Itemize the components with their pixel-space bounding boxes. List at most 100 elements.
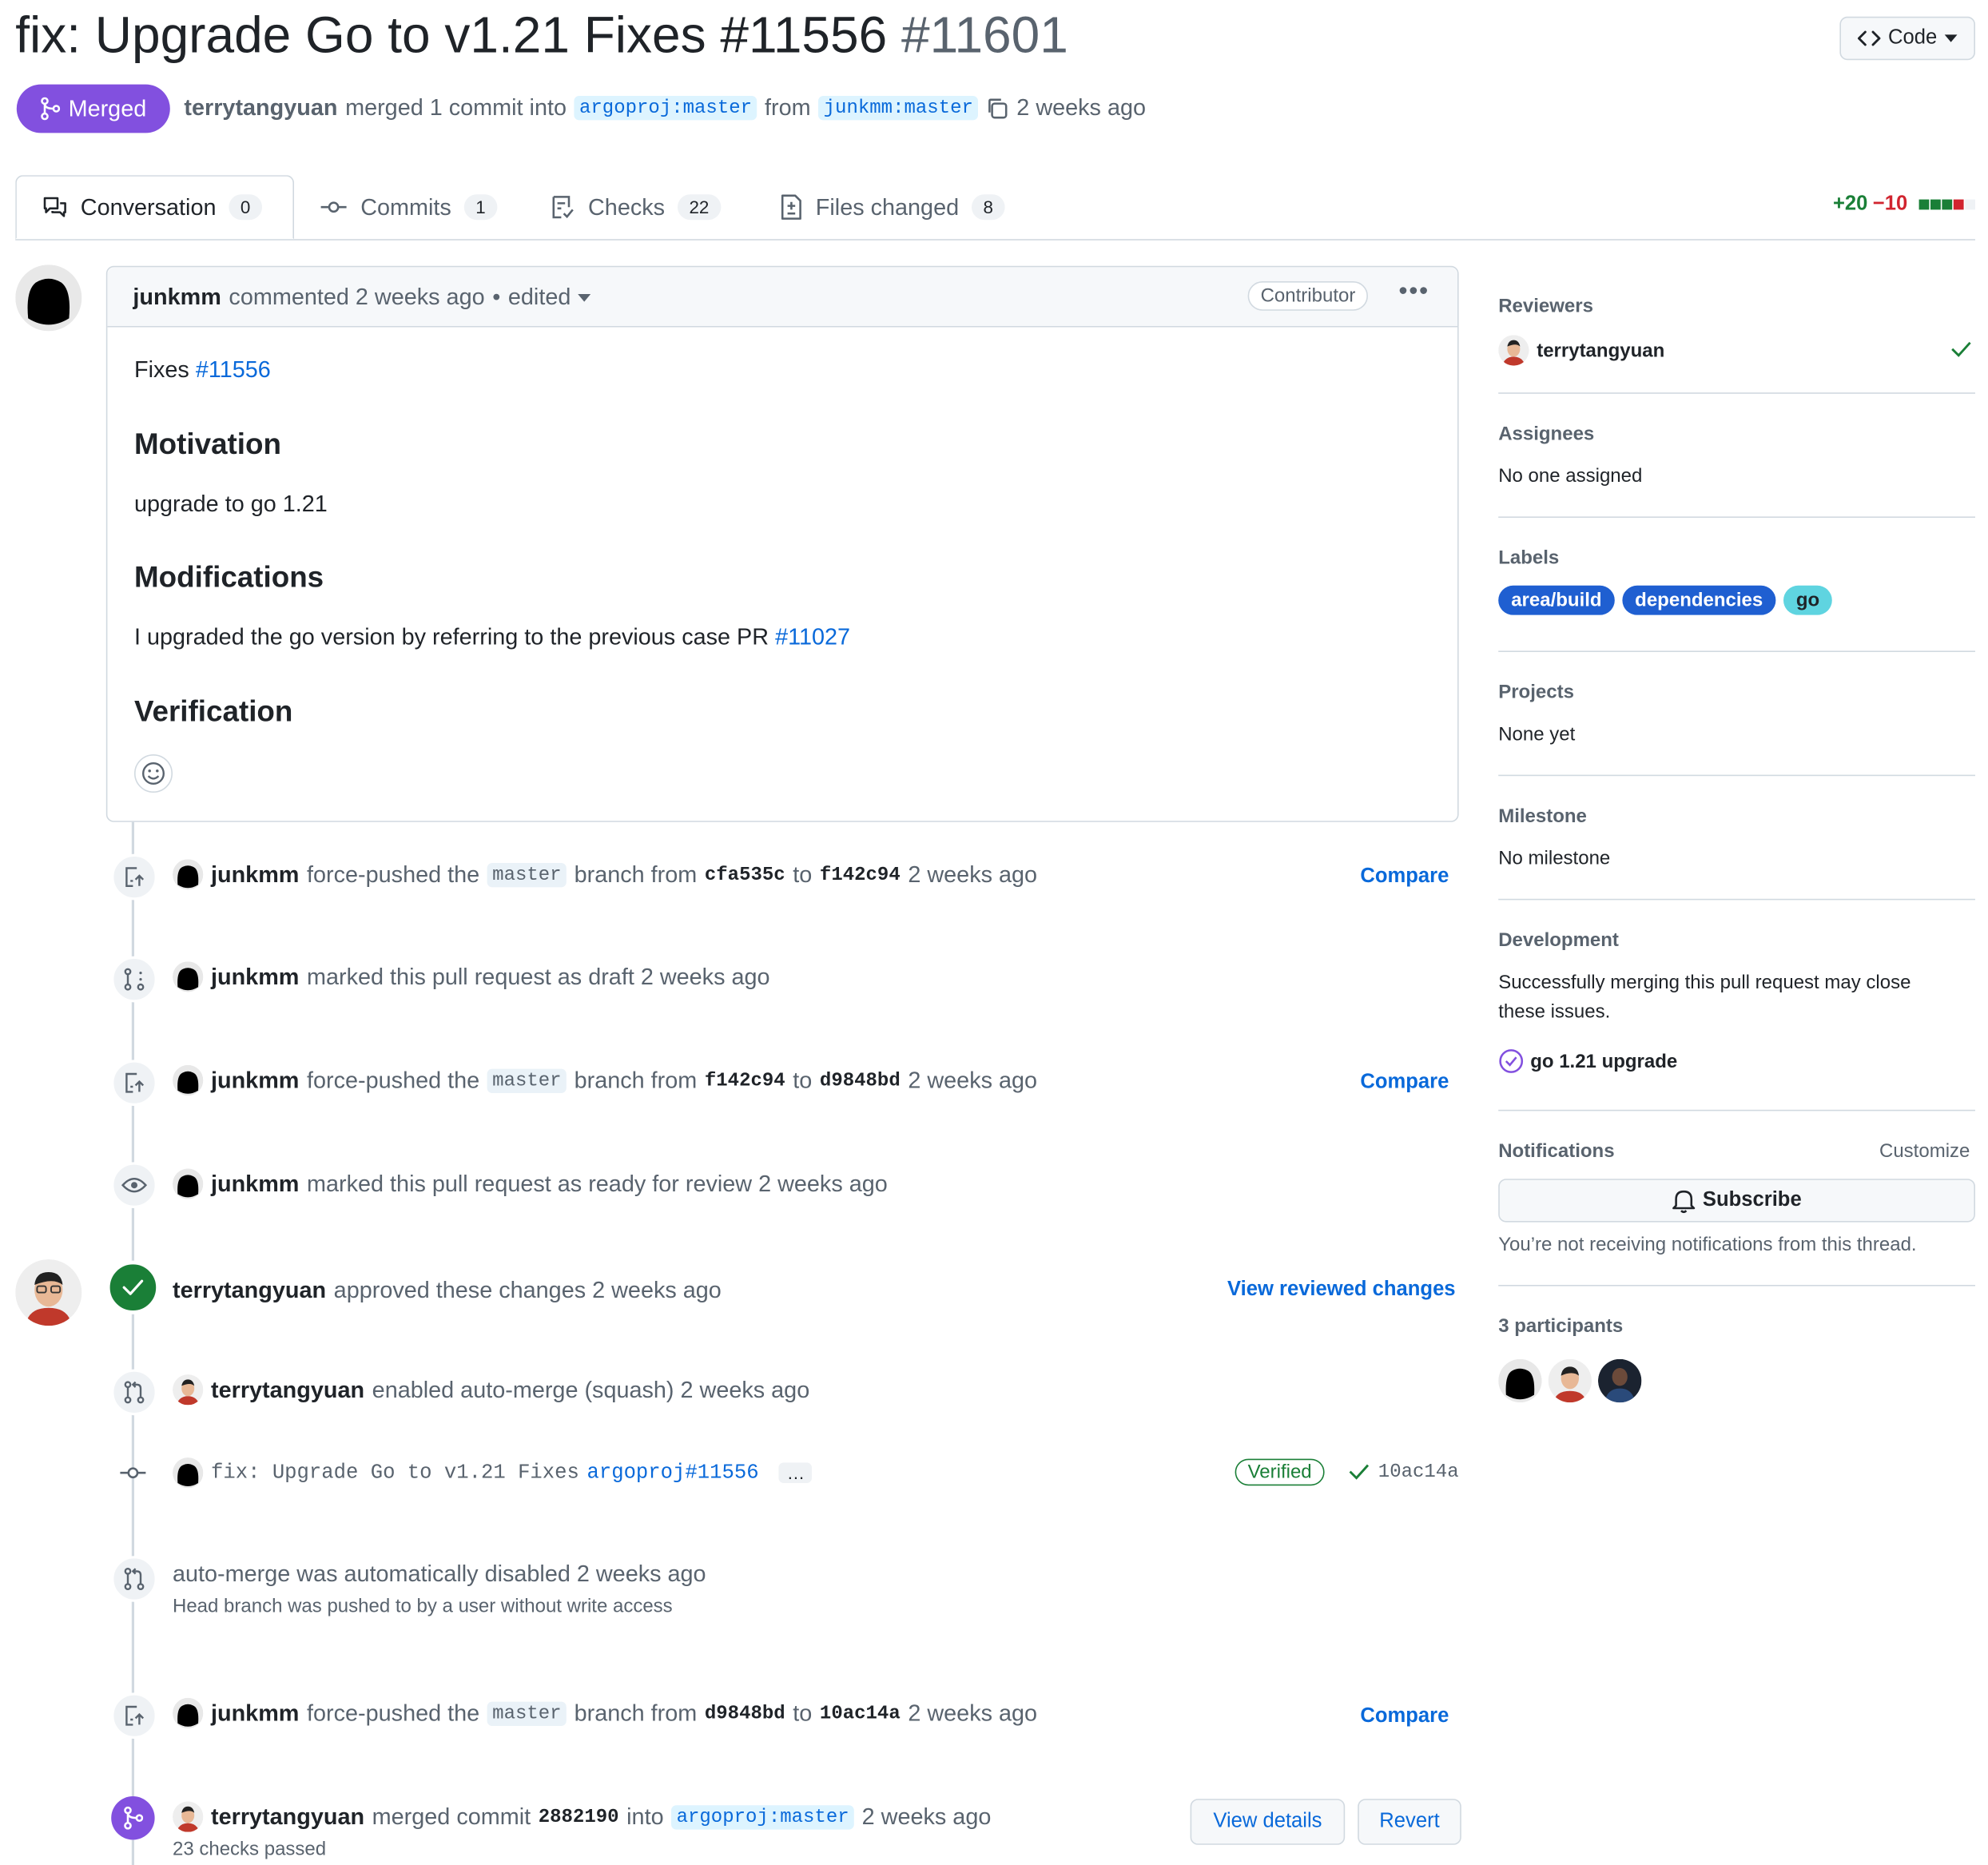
- customize-link[interactable]: Customize: [1879, 1140, 1970, 1162]
- subscribe-button[interactable]: Subscribe: [1498, 1179, 1975, 1223]
- tab-label: Files changed: [815, 193, 960, 220]
- event-user[interactable]: junkmm: [211, 1700, 299, 1727]
- timeline-event-merged: terrytangyuan merged commit 2882190 into…: [173, 1801, 991, 1832]
- assignees-heading[interactable]: Assignees: [1498, 424, 1594, 445]
- comment-action: commented 2 weeks ago: [229, 284, 485, 310]
- commit-sha[interactable]: 10ac14a: [1378, 1461, 1459, 1483]
- fixes-issue-link[interactable]: #11556: [196, 356, 271, 382]
- compare-link[interactable]: Compare: [1360, 1705, 1449, 1728]
- code-icon: [1857, 30, 1881, 47]
- contributor-badge: Contributor: [1247, 281, 1369, 311]
- compare-link[interactable]: Compare: [1360, 1072, 1449, 1095]
- event-user[interactable]: terrytangyuan: [173, 1277, 326, 1304]
- avatar[interactable]: [173, 1697, 204, 1729]
- event-user[interactable]: junkmm: [211, 1067, 299, 1094]
- commit-sha-to[interactable]: 10ac14a: [820, 1702, 901, 1724]
- divider: [1498, 774, 1975, 777]
- avatar[interactable]: [1497, 1358, 1544, 1404]
- event-user[interactable]: terrytangyuan: [211, 1376, 364, 1403]
- previous-pr-link[interactable]: #11027: [775, 624, 850, 650]
- base-branch[interactable]: argoproj:master: [574, 96, 757, 121]
- modifications-text: I upgraded the go version by referring t…: [134, 623, 769, 650]
- commit-sha-to[interactable]: f142c94: [820, 864, 901, 885]
- event-user[interactable]: terrytangyuan: [211, 1803, 364, 1831]
- event-user[interactable]: junkmm: [211, 861, 299, 889]
- avatar[interactable]: [1596, 1358, 1643, 1404]
- label-dependencies[interactable]: dependencies: [1622, 585, 1776, 615]
- label-go[interactable]: go: [1783, 585, 1833, 615]
- tab-counter: 0: [229, 194, 262, 221]
- compare-link[interactable]: Compare: [1360, 865, 1449, 889]
- base-branch[interactable]: argoproj:master: [671, 1804, 855, 1829]
- motivation-text: upgrade to go 1.21: [134, 491, 328, 517]
- view-reviewed-changes-link[interactable]: View reviewed changes: [1227, 1278, 1456, 1302]
- checklist-icon: [550, 194, 575, 220]
- view-details-button[interactable]: View details: [1190, 1799, 1346, 1845]
- merger-link[interactable]: terrytangyuan: [184, 94, 337, 121]
- timeline-commit: fix: Upgrade Go to v1.21 Fixes argoproj#…: [173, 1457, 813, 1489]
- avatar[interactable]: [15, 1259, 82, 1326]
- chevron-down-icon: [1944, 34, 1958, 42]
- avatar[interactable]: [173, 961, 204, 992]
- verified-badge[interactable]: Verified: [1235, 1458, 1325, 1486]
- tab-checks[interactable]: Checks 22: [550, 175, 721, 239]
- commit-issue-ref[interactable]: argoproj#11556: [586, 1461, 758, 1485]
- avatar[interactable]: [173, 1064, 204, 1096]
- commit-sha-from[interactable]: cfa535c: [705, 864, 785, 885]
- commit-sha-from[interactable]: f142c94: [705, 1069, 785, 1091]
- code-button[interactable]: Code: [1839, 16, 1975, 61]
- git-commit-icon: [119, 1464, 147, 1481]
- divider: [1498, 1109, 1975, 1111]
- avatar[interactable]: [173, 1457, 204, 1489]
- branch-label[interactable]: master: [487, 862, 567, 887]
- tab-files-changed[interactable]: Files changed 8: [780, 175, 1005, 239]
- avatar[interactable]: [1547, 1358, 1593, 1404]
- projects-heading[interactable]: Projects: [1498, 682, 1574, 703]
- tab-commits[interactable]: Commits 1: [320, 175, 498, 239]
- comment-author[interactable]: junkmm: [133, 284, 221, 311]
- avatar[interactable]: [173, 1374, 204, 1406]
- milestone-heading[interactable]: Milestone: [1498, 805, 1587, 827]
- reviewers-heading[interactable]: Reviewers: [1498, 296, 1593, 317]
- copy-icon[interactable]: [986, 97, 1009, 120]
- tab-label: Commits: [360, 193, 451, 220]
- divider: [1498, 650, 1975, 652]
- edited-dropdown[interactable]: edited: [508, 284, 571, 311]
- participants-heading: 3 participants: [1498, 1315, 1624, 1338]
- git-merge-icon: [111, 1796, 155, 1840]
- event-text: to: [793, 1067, 813, 1093]
- commit-message[interactable]: fix: Upgrade Go to v1.21 Fixes: [211, 1461, 579, 1485]
- chevron-down-icon[interactable]: [578, 293, 591, 301]
- auto-merge-disabled-text: auto-merge was automatically disabled 2 …: [173, 1561, 706, 1587]
- event-user[interactable]: junkmm: [211, 964, 299, 991]
- check-icon: [1950, 340, 1973, 358]
- notifications-heading: Notifications: [1498, 1140, 1615, 1163]
- commit-sha-to[interactable]: d9848bd: [820, 1069, 901, 1091]
- branch-label[interactable]: master: [487, 1068, 567, 1093]
- force-push-icon: [111, 1060, 157, 1106]
- merge-commit-sha[interactable]: 2882190: [539, 1806, 619, 1827]
- label-area-build[interactable]: area/build: [1498, 585, 1615, 615]
- tab-conversation[interactable]: Conversation 0: [15, 175, 294, 240]
- revert-button[interactable]: Revert: [1358, 1799, 1461, 1845]
- avatar[interactable]: [173, 1801, 204, 1832]
- branch-label[interactable]: master: [487, 1700, 567, 1726]
- merged-status-label: Merged: [68, 95, 147, 121]
- linked-issue[interactable]: go 1.21 upgrade: [1498, 1048, 1677, 1074]
- event-text: branch from: [574, 861, 698, 887]
- labels-heading[interactable]: Labels: [1498, 547, 1559, 569]
- timeline-event-force-push-1: junkmm force-pushed the master branch fr…: [173, 859, 1037, 890]
- event-user[interactable]: junkmm: [211, 1171, 299, 1198]
- head-branch[interactable]: junkmm:master: [818, 96, 979, 121]
- expand-commit-button[interactable]: …: [779, 1462, 813, 1483]
- merged-text: merged 1 commit into: [345, 94, 567, 121]
- add-reaction-button[interactable]: [134, 754, 173, 793]
- avatar[interactable]: [15, 264, 82, 332]
- reviewer-item[interactable]: terrytangyuan: [1498, 335, 1664, 366]
- avatar[interactable]: [173, 1168, 204, 1199]
- commit-sha-from[interactable]: d9848bd: [705, 1702, 785, 1724]
- kebab-menu-icon[interactable]: •••: [1398, 277, 1429, 307]
- development-heading[interactable]: Development: [1498, 929, 1619, 951]
- avatar[interactable]: [173, 859, 204, 890]
- file-diff-icon: [780, 194, 803, 220]
